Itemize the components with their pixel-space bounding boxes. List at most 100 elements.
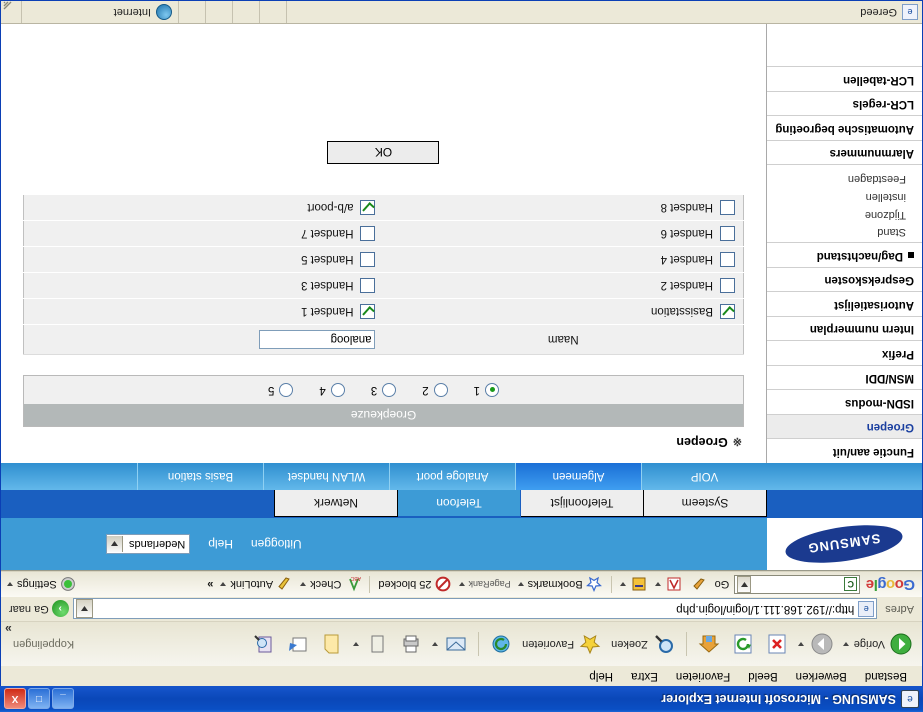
discuss-button[interactable] <box>315 629 349 659</box>
toolbar-overflow-chevron-icon[interactable]: » <box>5 622 12 636</box>
subtab-algemeen[interactable]: Algemeen <box>515 463 641 490</box>
google-overflow-chevron-icon[interactable]: » <box>205 579 215 591</box>
member-cell-handset-2[interactable]: Handset 2 <box>383 272 744 299</box>
resize-grip[interactable] <box>1 0 21 25</box>
sidebar-item-groepen[interactable]: Groepen <box>767 413 922 439</box>
google-highlight-button[interactable] <box>688 576 710 594</box>
member-cell-basisstation[interactable]: Basisstation <box>383 298 744 325</box>
sidebar-item-dag-nachtstand[interactable]: Dag/nachtstand <box>767 242 922 267</box>
group-radio-5[interactable]: 5 <box>268 383 294 397</box>
menu-item-bestand[interactable]: Bestand <box>856 668 916 684</box>
close-button[interactable]: X <box>4 688 26 710</box>
refresh-button[interactable] <box>726 629 760 659</box>
print-button[interactable] <box>394 629 428 659</box>
radio-icon-5[interactable] <box>279 383 294 397</box>
google-popup-blocker-button[interactable]: 25 blocked <box>376 576 453 594</box>
google-check-chevron-down-icon[interactable] <box>300 582 307 587</box>
sidebar-subitem-stand[interactable]: Stand <box>767 223 906 241</box>
sidebar-subitem-feestdagen[interactable]: Feestdagen <box>767 169 906 187</box>
group-radio-2[interactable]: 2 <box>422 383 448 397</box>
mail-chevron-down-icon[interactable] <box>432 642 439 646</box>
back-chevron-down-icon[interactable] <box>842 642 849 646</box>
member-cell-handset-6[interactable]: Handset 6 <box>383 220 744 247</box>
logout-link[interactable]: Uitloggen <box>251 537 302 551</box>
edit-button[interactable] <box>349 629 394 659</box>
member-cell-handset-3[interactable]: Handset 3 <box>23 272 384 299</box>
group-radio-1[interactable]: 1 <box>474 383 500 397</box>
checkbox-handset-7[interactable] <box>360 226 376 241</box>
google-autolink-chevron-down-icon[interactable] <box>220 582 227 587</box>
tab-telefoonlijst[interactable]: Telefoonlijst <box>520 490 644 517</box>
sidebar-subitem-instellen[interactable]: instellen <box>767 187 906 205</box>
address-chevron-down-icon[interactable] <box>75 599 93 619</box>
checkbox-handset-5[interactable] <box>360 252 376 267</box>
maximize-button[interactable]: □ <box>28 688 50 710</box>
edit-chevron-down-icon[interactable] <box>353 642 360 646</box>
member-cell-ab-poort[interactable]: a/b-poort <box>23 194 384 221</box>
group-radio-3[interactable]: 3 <box>371 383 397 397</box>
subtab-wlan-handset[interactable]: WLAN handset <box>263 463 389 490</box>
back-button[interactable]: Vorige <box>839 629 918 659</box>
menu-item-help[interactable]: Help <box>580 668 622 684</box>
sidebar-item-automatische-begroeting[interactable]: Automatische begroeting <box>767 115 922 140</box>
member-cell-handset-5[interactable]: Handset 5 <box>23 246 384 273</box>
member-cell-handset-4[interactable]: Handset 4 <box>383 246 744 273</box>
sidebar-item-autorisatielijst[interactable]: Autorisatielijst <box>767 291 922 316</box>
language-select[interactable]: Nederlands <box>106 534 191 554</box>
tab-systeem[interactable]: Systeem <box>643 490 767 517</box>
menu-item-bewerken[interactable]: Bewerken <box>787 668 856 684</box>
radio-icon-1[interactable] <box>485 383 500 397</box>
google-maps-chevron-down-icon[interactable] <box>654 582 661 587</box>
forward-chevron-down-icon[interactable] <box>797 642 804 646</box>
sidebar-item-functie-aan-uit[interactable]: Functie aan/uit <box>767 438 922 463</box>
sidebar-item-alarmnummers[interactable]: Alarmnummers <box>767 139 922 165</box>
address-input[interactable]: e http://192.168.111.1/login/login.php <box>72 598 878 620</box>
google-pagerank-chevron-down-icon[interactable] <box>458 582 465 587</box>
sidebar-item-msn-ddi[interactable]: MSN/DDI <box>767 364 922 390</box>
tab-telefoon[interactable]: Telefoon <box>397 490 521 517</box>
research-button[interactable] <box>247 629 281 659</box>
tab-netwerk[interactable]: Netwerk <box>274 490 398 517</box>
menu-item-favorieten[interactable]: Favorieten <box>667 668 739 684</box>
history-button[interactable] <box>484 629 518 659</box>
checkbox-ab-poort[interactable] <box>360 200 376 215</box>
forward-button[interactable] <box>794 629 839 659</box>
google-search-input[interactable]: C <box>734 575 861 594</box>
google-settings-button[interactable]: Settings <box>5 576 79 594</box>
checkbox-basisstation[interactable] <box>720 304 735 319</box>
sidebar-item-intern-nummerplan[interactable]: Intern nummerplan <box>767 315 922 341</box>
member-cell-handset-1[interactable]: Handset 1 <box>23 298 384 325</box>
member-cell-handset-7[interactable]: Handset 7 <box>23 220 384 247</box>
sidebar-item-isdn-modus[interactable]: ISDN-modus <box>767 389 922 414</box>
member-cell-handset-8[interactable]: Handset 8 <box>383 194 744 221</box>
google-maps-button[interactable] <box>653 576 685 594</box>
language-chevron-down-icon[interactable] <box>107 536 123 552</box>
name-input[interactable]: analoog <box>259 330 376 349</box>
sidebar-item-lcr-tabellen[interactable]: LCR-tabellen <box>767 66 922 91</box>
menu-item-beeld[interactable]: Beeld <box>739 668 786 684</box>
ok-button[interactable]: OK <box>327 141 440 164</box>
sidebar-item-prefix[interactable]: Prefix <box>767 340 922 365</box>
google-autolink-button[interactable]: AutoLink <box>218 576 295 594</box>
google-go-button[interactable]: Go <box>713 579 732 591</box>
messenger-button[interactable] <box>281 629 315 659</box>
search-button[interactable]: Zoeken <box>607 629 681 659</box>
menu-item-extra[interactable]: Extra <box>622 668 667 684</box>
sidebar-subitem-tijdzone[interactable]: Tijdzone <box>767 205 906 223</box>
minimize-button[interactable]: _ <box>52 688 74 710</box>
radio-icon-3[interactable] <box>382 383 397 397</box>
sidebar-item-lcr-regels[interactable]: LCR-regels <box>767 90 922 116</box>
help-link[interactable]: Help <box>208 537 233 551</box>
subtab-basis-station[interactable]: Basis station <box>137 463 263 490</box>
checkbox-handset-2[interactable] <box>720 278 735 293</box>
stop-button[interactable] <box>760 629 794 659</box>
subtab-voip[interactable]: VOIP <box>641 463 767 490</box>
security-zone[interactable]: Internet <box>21 1 178 23</box>
google-bookmarks-chevron-down-icon[interactable] <box>517 582 524 587</box>
google-search-chevron-down-icon[interactable] <box>737 576 752 593</box>
google-news-button[interactable] <box>618 576 650 594</box>
sidebar-item-gesprekskosten[interactable]: Gesprekskosten <box>767 266 922 292</box>
home-button[interactable] <box>692 629 726 659</box>
favorites-button[interactable]: Favorieten <box>518 629 607 659</box>
google-bookmarks-button[interactable]: Bookmarks <box>516 576 605 594</box>
